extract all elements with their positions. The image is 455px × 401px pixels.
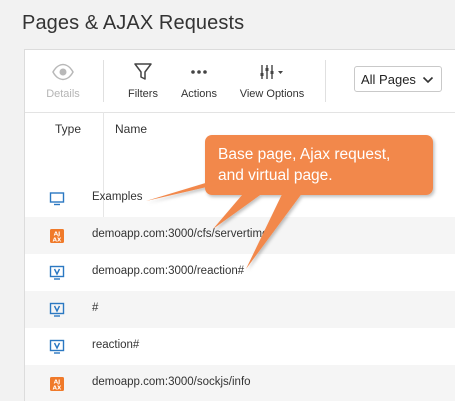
row-name: demoapp.com:3000/cfs/servertime	[92, 228, 269, 240]
chevron-down-icon	[422, 67, 434, 102]
filters-label: Filters	[128, 88, 158, 100]
virtual-page-icon	[49, 265, 65, 281]
svg-text:AX: AX	[53, 385, 62, 391]
funnel-icon	[123, 62, 163, 82]
row-name: Examples	[92, 191, 143, 203]
eye-icon	[41, 62, 85, 82]
view-options-button[interactable]: View Options	[239, 62, 305, 100]
row-name: #	[92, 302, 99, 314]
table-body: Examples AJ AX demoapp.com:3000/cfs/serv…	[25, 180, 455, 401]
page-title: Pages & AJAX Requests	[22, 12, 245, 34]
column-header-name[interactable]: Name	[115, 122, 147, 136]
toolbar-divider	[103, 60, 104, 102]
ajax-icon: AJ AX	[49, 376, 65, 392]
page-type-select[interactable]: All Pages	[354, 66, 442, 92]
page: Pages & AJAX Requests Details Filters Ac…	[0, 0, 455, 401]
table-row[interactable]: Examples	[25, 180, 455, 217]
pages-panel: Details Filters Actions View Options All…	[24, 49, 455, 401]
toolbar: Details Filters Actions View Options All…	[25, 50, 455, 113]
row-name: demoapp.com:3000/sockjs/info	[92, 376, 251, 388]
table-row[interactable]: demoapp.com:3000/reaction#	[25, 254, 455, 291]
table-row[interactable]: AJ AX demoapp.com:3000/sockjs/info	[25, 365, 455, 401]
toolbar-divider	[325, 60, 326, 102]
svg-text:AX: AX	[53, 237, 62, 243]
table-row[interactable]: reaction#	[25, 328, 455, 365]
view-options-label: View Options	[239, 88, 305, 100]
actions-button[interactable]: Actions	[177, 62, 221, 100]
filters-button[interactable]: Filters	[123, 62, 163, 100]
table-row[interactable]: AJ AX demoapp.com:3000/cfs/servertime	[25, 217, 455, 254]
page-type-select-value: All Pages	[361, 72, 416, 87]
actions-label: Actions	[180, 88, 218, 100]
more-dots-icon	[177, 62, 221, 82]
column-header-type[interactable]: Type	[55, 122, 81, 136]
details-button[interactable]: Details	[41, 62, 85, 100]
virtual-page-icon	[49, 302, 65, 318]
details-label: Details	[46, 88, 80, 100]
ajax-icon: AJ AX	[49, 228, 65, 244]
row-name: reaction#	[92, 339, 140, 351]
sliders-icon	[239, 62, 305, 82]
table-row[interactable]: #	[25, 291, 455, 328]
row-name: demoapp.com:3000/reaction#	[92, 265, 245, 277]
monitor-icon	[49, 191, 65, 207]
virtual-page-icon	[49, 339, 65, 355]
